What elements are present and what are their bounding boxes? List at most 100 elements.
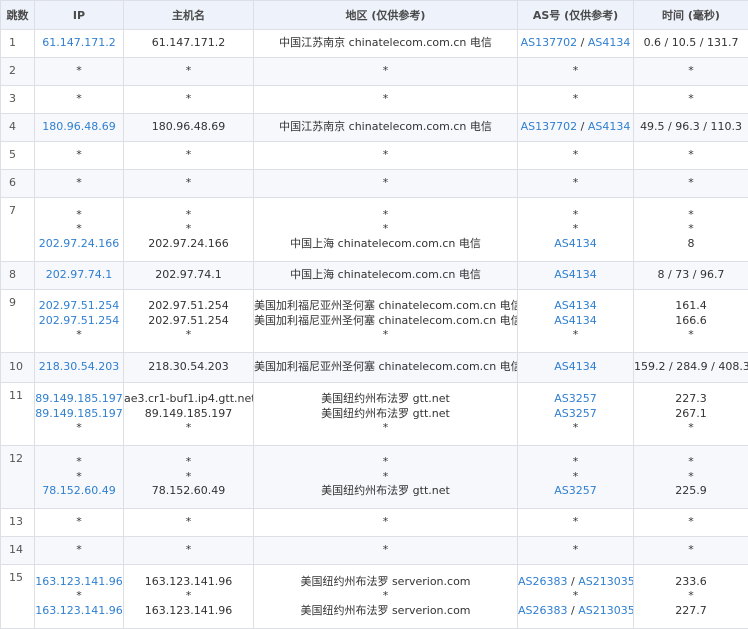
as-line: AS3257 [518, 392, 633, 407]
as-link[interactable]: AS4134 [554, 268, 597, 281]
time-cell-line: 49.5 / 96.3 / 110.3 [634, 120, 748, 135]
region-cell-line: * [254, 208, 517, 223]
ip-cell: 202.97.74.1 [35, 262, 124, 290]
hostname-cell-line: * [124, 222, 253, 237]
ip-link[interactable]: 202.97.74.1 [35, 268, 123, 283]
as-empty: * [573, 64, 579, 77]
as-empty: * [573, 222, 579, 235]
time-cell-line: * [634, 328, 748, 343]
time-cell: * [634, 537, 748, 565]
as-empty: * [573, 176, 579, 189]
region-cell: * [254, 58, 518, 86]
time-cell: * [634, 58, 748, 86]
hostname-cell: ae3.cr1-buf1.ip4.gtt.net89.149.185.197* [124, 383, 254, 446]
ip-link[interactable]: 218.30.54.203 [35, 360, 123, 375]
as-line: * [518, 328, 633, 343]
as-link[interactable]: AS3257 [554, 484, 597, 497]
time-cell-line: * [634, 64, 748, 79]
ip-link[interactable]: 61.147.171.2 [35, 36, 123, 51]
ip-link[interactable]: 180.96.48.69 [35, 120, 123, 135]
ip-cell-line: * [35, 543, 123, 558]
as-link[interactable]: AS137702 [521, 36, 578, 49]
ip-link[interactable]: 202.97.24.166 [35, 237, 123, 252]
ip-link[interactable]: 202.97.51.254 [35, 314, 123, 329]
ip-link[interactable]: 163.123.141.96 [35, 575, 123, 590]
table-row: 12**78.152.60.49**78.152.60.49**美国纽约州布法罗… [1, 446, 748, 509]
hostname-cell: 163.123.141.96*163.123.141.96 [124, 565, 254, 629]
hop-cell: 15 [1, 565, 35, 629]
ip-cell-line: * [35, 455, 123, 470]
ip-link[interactable]: 89.149.185.197 [35, 407, 123, 422]
region-cell-line: 中国江苏南京 chinatelecom.com.cn 电信 [254, 120, 517, 135]
as-link[interactable]: AS4134 [554, 314, 597, 327]
as-line: * [518, 92, 633, 107]
region-cell-line: * [254, 589, 517, 604]
ip-link[interactable]: 89.149.185.197 [35, 392, 123, 407]
hostname-cell: **202.97.24.166 [124, 198, 254, 262]
as-link[interactable]: AS26383 [518, 604, 568, 617]
header-region: 地区 (仅供参考) [254, 1, 518, 30]
as-link[interactable]: AS4134 [588, 120, 631, 133]
hop-cell: 12 [1, 446, 35, 509]
hostname-cell-line: * [124, 421, 253, 436]
ip-cell-line: * [35, 64, 123, 79]
region-cell-line: 美国纽约州布法罗 serverion.com [254, 604, 517, 619]
as-empty: * [573, 470, 579, 483]
time-cell: * [634, 509, 748, 537]
hostname-cell-line: * [124, 589, 253, 604]
header-hostname: 主机名 [124, 1, 254, 30]
as-link[interactable]: AS4134 [554, 299, 597, 312]
region-cell: 中国江苏南京 chinatelecom.com.cn 电信 [254, 114, 518, 142]
time-cell: **8 [634, 198, 748, 262]
table-row: 10218.30.54.203218.30.54.203美国加利福尼亚州圣何塞 … [1, 353, 748, 383]
as-empty: * [573, 92, 579, 105]
hostname-cell-line: * [124, 64, 253, 79]
ip-cell-line: * [35, 328, 123, 343]
time-cell-line: 233.6 [634, 575, 748, 590]
hostname-cell: 218.30.54.203 [124, 353, 254, 383]
region-cell-line: * [254, 421, 517, 436]
table-row: 161.147.171.261.147.171.2中国江苏南京 chinatel… [1, 30, 748, 58]
region-cell-line: * [254, 455, 517, 470]
hostname-cell: * [124, 537, 254, 565]
ip-cell: 218.30.54.203 [35, 353, 124, 383]
hostname-cell-line: 78.152.60.49 [124, 484, 253, 499]
header-row: 跳数 IP 主机名 地区 (仅供参考) AS号 (仅供参考) 时间 (毫秒) [1, 1, 748, 30]
hostname-cell-line: * [124, 208, 253, 223]
region-cell: 美国纽约州布法罗 serverion.com*美国纽约州布法罗 serverio… [254, 565, 518, 629]
hostname-cell-line: 180.96.48.69 [124, 120, 253, 135]
as-link[interactable]: AS26383 [518, 575, 568, 588]
as-empty: * [573, 328, 579, 341]
table-row: 6***** [1, 170, 748, 198]
as-link[interactable]: AS3257 [554, 392, 597, 405]
as-link[interactable]: AS4134 [588, 36, 631, 49]
region-cell-line: 中国江苏南京 chinatelecom.com.cn 电信 [254, 36, 517, 51]
table-row: 1189.149.185.19789.149.185.197*ae3.cr1-b… [1, 383, 748, 446]
as-link[interactable]: AS137702 [521, 120, 578, 133]
table-header: 跳数 IP 主机名 地区 (仅供参考) AS号 (仅供参考) 时间 (毫秒) [1, 1, 748, 30]
as-link[interactable]: AS213035 [578, 575, 633, 588]
as-link[interactable]: AS3257 [554, 407, 597, 420]
time-cell-line: * [634, 589, 748, 604]
as-empty: * [573, 455, 579, 468]
hop-cell: 14 [1, 537, 35, 565]
ip-cell-line: * [35, 222, 123, 237]
ip-link[interactable]: 78.152.60.49 [35, 484, 123, 499]
as-separator: / [577, 120, 588, 133]
as-line: * [518, 455, 633, 470]
as-empty: * [573, 589, 579, 602]
as-link[interactable]: AS4134 [554, 360, 597, 373]
time-cell-line: 227.7 [634, 604, 748, 619]
time-cell-line: 0.6 / 10.5 / 131.7 [634, 36, 748, 51]
region-cell: 中国江苏南京 chinatelecom.com.cn 电信 [254, 30, 518, 58]
hostname-cell: 61.147.171.2 [124, 30, 254, 58]
ip-link[interactable]: 163.123.141.96 [35, 604, 123, 619]
as-link[interactable]: AS4134 [554, 237, 597, 250]
region-cell: 中国上海 chinatelecom.com.cn 电信 [254, 262, 518, 290]
as-empty: * [573, 208, 579, 221]
hostname-cell-line: 202.97.24.166 [124, 237, 253, 252]
time-cell-line: * [634, 92, 748, 107]
as-link[interactable]: AS213035 [578, 604, 633, 617]
hop-cell: 9 [1, 290, 35, 353]
ip-link[interactable]: 202.97.51.254 [35, 299, 123, 314]
